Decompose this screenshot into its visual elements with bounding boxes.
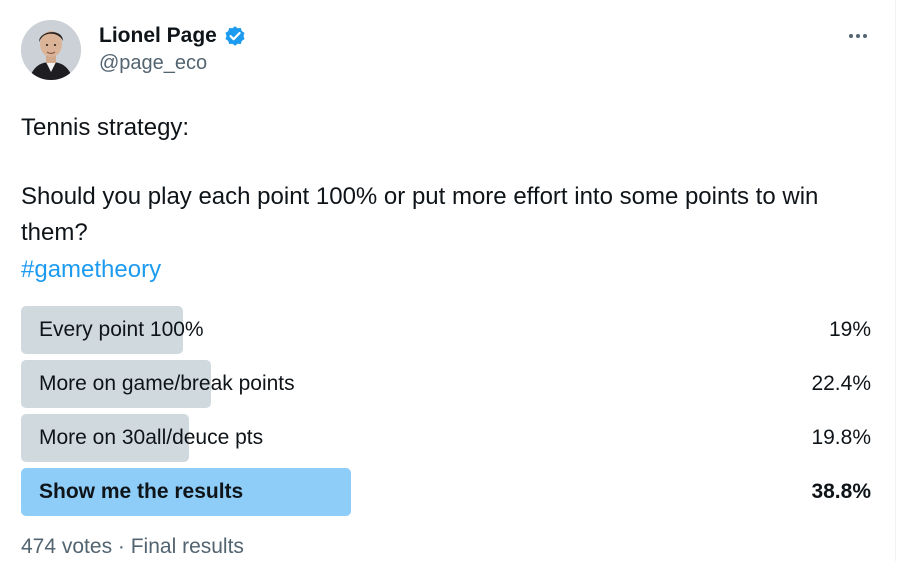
poll-option-label: Show me the results [39, 480, 244, 503]
author-name-row: Lionel Page [99, 22, 247, 50]
author-block: Lionel Page @page_eco [99, 22, 247, 75]
poll-option-percent: 19.8% [811, 426, 871, 449]
more-horizontal-icon[interactable] [843, 22, 873, 50]
poll-summary: 474 votes · Final results [21, 535, 244, 558]
poll-option-percent: 38.8% [811, 480, 871, 503]
poll: Every point 100% 19% More on game/break … [21, 306, 871, 522]
poll-option-4-winner: Show me the results 38.8% [21, 468, 871, 516]
poll-option-percent: 22.4% [811, 372, 871, 395]
tweet-text-line-2: Should you play each point 100% or put m… [21, 183, 819, 246]
avatar[interactable] [21, 20, 81, 80]
poll-option-2: More on game/break points 22.4% [21, 360, 871, 408]
author-name[interactable]: Lionel Page [99, 24, 217, 48]
column-divider [895, 0, 896, 561]
poll-option-percent: 19% [828, 318, 871, 341]
avatar-image [21, 20, 81, 80]
poll-option-label: More on game/break points [39, 372, 295, 395]
author-handle[interactable]: @page_eco [99, 52, 247, 75]
verified-badge-icon[interactable] [223, 24, 247, 48]
tweet: Lionel Page @page_eco Tennis strategy: S… [0, 0, 895, 561]
poll-option-label: Every point 100% [39, 318, 204, 341]
tweet-text-line-1: Tennis strategy: [21, 114, 190, 141]
poll-option-3: More on 30all/deuce pts 19.8% [21, 414, 871, 462]
poll-option-1: Every point 100% 19% [21, 306, 871, 354]
poll-option-label: More on 30all/deuce pts [39, 426, 264, 449]
hashtag-link[interactable]: #gametheory [21, 252, 161, 288]
